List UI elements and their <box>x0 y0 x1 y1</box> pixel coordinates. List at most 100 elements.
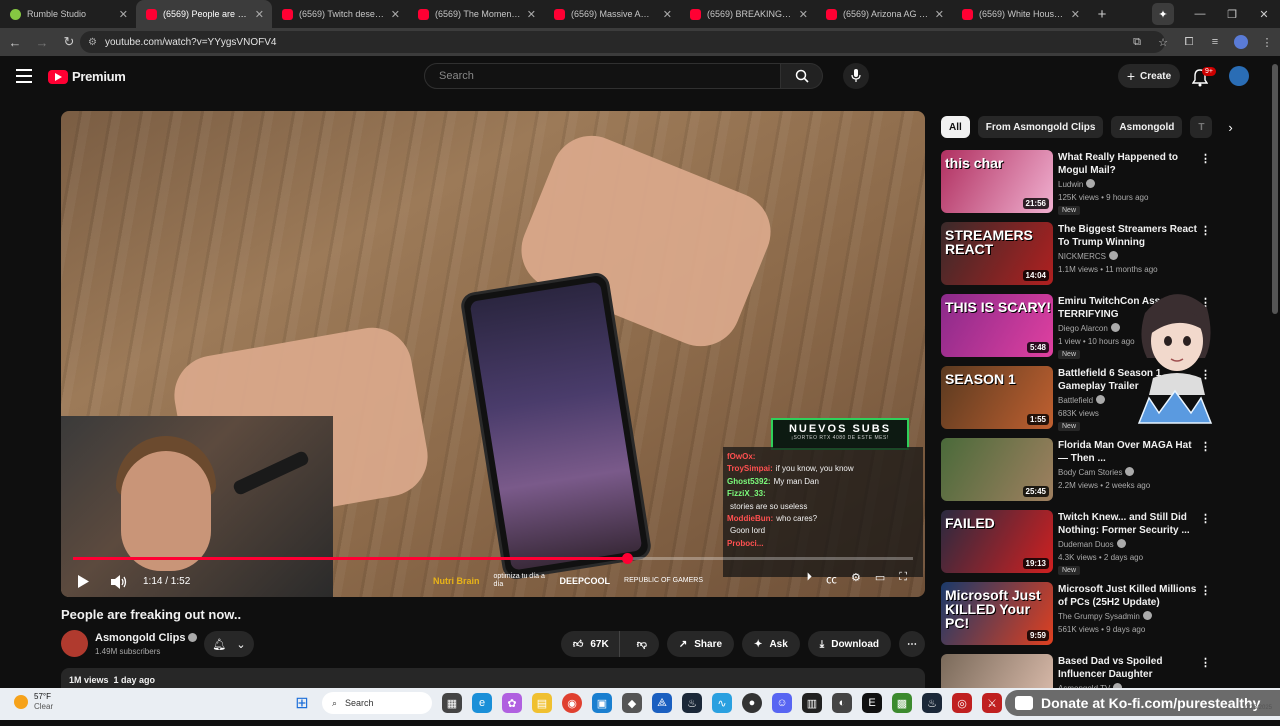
browser-tab[interactable]: (6569) BREAKING NEWS ✕ <box>680 0 816 28</box>
recommended-video[interactable]: this char 21:56 What Really Happened to Mo… <box>941 150 1216 222</box>
autoplay-toggle-icon[interactable]: ⏵ <box>807 571 813 587</box>
video-title-link[interactable]: The Biggest Streamers React To Trump Win… <box>1058 223 1198 249</box>
recommended-video[interactable]: FAILED 19:13 Twitch Knew... and Still Did … <box>941 510 1216 582</box>
video-thumbnail[interactable]: STREAMERS REACT 14:04 <box>941 222 1053 285</box>
video-title-link[interactable]: Based Dad vs Spoiled Influencer Daughter <box>1058 655 1198 681</box>
browser-tab[interactable]: (6569) Massive Amazon ✕ <box>544 0 680 28</box>
filter-chip[interactable]: All <box>941 116 970 138</box>
app-icon[interactable]: ◆ <box>622 693 642 713</box>
epic-games-icon[interactable]: E <box>862 693 882 713</box>
filter-chip[interactable]: T <box>1190 116 1213 138</box>
recommended-video[interactable]: 25:45 Florida Man Over MAGA Hat — Then ..… <box>941 438 1216 510</box>
bookmark-star-icon[interactable]: ☆ <box>1156 36 1170 49</box>
minimize-icon[interactable]: — <box>1184 8 1216 20</box>
app-icon-3[interactable]: ▥ <box>802 693 822 713</box>
close-tab-icon[interactable]: ✕ <box>663 8 672 21</box>
miniplayer-icon[interactable]: ▭ <box>875 571 885 587</box>
close-tab-icon[interactable]: ✕ <box>391 8 400 21</box>
create-button[interactable]: + Create <box>1118 64 1180 88</box>
recommended-video[interactable]: Microsoft Just KILLED Your PC! 9:59 Micros… <box>941 582 1216 654</box>
volume-icon[interactable] <box>111 574 127 589</box>
extensions-icon[interactable]: ⧠ <box>1182 36 1196 49</box>
forward-icon[interactable]: → <box>30 35 54 50</box>
video-title-link[interactable]: What Really Happened to Mogul Mail? <box>1058 151 1198 177</box>
new-tab-button[interactable]: + <box>1088 6 1116 23</box>
close-tab-icon[interactable]: ✕ <box>1071 8 1080 21</box>
reload-icon[interactable]: ↻ <box>57 34 81 50</box>
download-button[interactable]: ⤓ Download <box>807 631 891 657</box>
site-info-icon[interactable]: ⚙ <box>88 37 97 48</box>
profile-avatar[interactable] <box>1234 35 1248 49</box>
page-scrollbar[interactable] <box>1272 64 1278 684</box>
chrome-icon[interactable]: ◉ <box>562 693 582 713</box>
url-field[interactable]: ⚙ youtube.com/watch?v=YYygsVNOFV4 <box>80 31 1165 53</box>
more-vertical-icon[interactable]: ⋮ <box>1200 512 1211 525</box>
channel-name[interactable]: Asmongold Clips <box>95 632 198 644</box>
browser-tab[interactable]: Rumble Studio ✕ <box>0 0 136 28</box>
close-tab-icon[interactable]: ✕ <box>119 8 128 21</box>
video-title-link[interactable]: Microsoft Just Killed Millions of PCs (2… <box>1058 583 1198 609</box>
video-thumbnail[interactable]: 25:45 <box>941 438 1053 501</box>
windows-start-icon[interactable]: ⊞ <box>292 693 312 713</box>
more-vertical-icon[interactable]: ⋮ <box>1200 224 1211 237</box>
close-tab-icon[interactable]: ✕ <box>255 8 264 21</box>
close-tab-icon[interactable]: ✕ <box>799 8 808 21</box>
browser-tab[interactable]: (6569) White House dem ✕ <box>952 0 1088 28</box>
video-player[interactable]: NUEVOS SUBS ¡SORTEO RTX 4080 DE ESTE MES… <box>61 111 925 597</box>
youtube-premium-logo[interactable]: Premium <box>48 69 126 84</box>
discord-icon[interactable]: ☺ <box>772 693 792 713</box>
app-icon-4[interactable]: ◐ <box>832 693 852 713</box>
browser-tab[interactable]: (6569) People are freaking out now.. ✕ <box>136 0 272 28</box>
filter-chip[interactable]: From Asmongold Clips <box>977 116 1104 138</box>
progress-bar[interactable] <box>73 553 913 564</box>
fullscreen-icon[interactable]: ⛶ <box>899 571 907 587</box>
task-view-icon[interactable]: ▦ <box>442 693 462 713</box>
weather-widget[interactable]: 57°F Clear <box>14 692 53 712</box>
hamburger-menu-icon[interactable] <box>16 69 32 83</box>
obs-icon[interactable]: ● <box>742 693 762 713</box>
ask-button[interactable]: ✦ Ask <box>742 631 800 657</box>
taskbar-search[interactable]: ⌕ Search <box>322 692 432 714</box>
steam-icon-2[interactable]: ♨ <box>922 693 942 713</box>
maximize-icon[interactable]: ❐ <box>1216 8 1248 21</box>
search-button[interactable] <box>781 63 823 89</box>
close-window-icon[interactable]: ✕ <box>1248 8 1280 21</box>
install-app-icon[interactable]: ⧉ <box>1130 36 1144 49</box>
gemini-icon[interactable]: ✦ <box>1152 3 1174 25</box>
subscribed-notifications-button[interactable]: 🔔︎ ⌄ <box>204 631 254 657</box>
account-avatar[interactable] <box>1229 66 1249 86</box>
app-icon-2[interactable]: ∿ <box>712 693 732 713</box>
play-icon[interactable] <box>77 575 89 588</box>
scrollbar-thumb[interactable] <box>1272 64 1278 314</box>
video-thumbnail[interactable]: SEASON 1 1:55 <box>941 366 1053 429</box>
more-vertical-icon[interactable]: ⋮ <box>1200 584 1211 597</box>
app-icon-5[interactable]: ◎ <box>952 693 972 713</box>
channel-avatar[interactable] <box>61 630 88 657</box>
search-input[interactable]: Search <box>424 63 781 89</box>
media-controls-icon[interactable]: ≡ <box>1208 36 1222 48</box>
visual-studio-icon[interactable]: ⟁ <box>652 693 672 713</box>
browser-tab[interactable]: (6569) Twitch deserves this ✕ <box>272 0 408 28</box>
chevron-right-icon[interactable]: › <box>1228 120 1232 135</box>
settings-gear-icon[interactable]: ⚙ <box>851 571 861 587</box>
store-icon[interactable]: ▣ <box>592 693 612 713</box>
filter-chip[interactable]: Asmongold <box>1111 116 1183 138</box>
more-vertical-icon[interactable]: ⋮ <box>1200 656 1211 669</box>
more-vertical-icon[interactable]: ⋮ <box>1200 152 1211 165</box>
voice-search-button[interactable] <box>843 63 869 89</box>
video-thumbnail[interactable]: FAILED 19:13 <box>941 510 1053 573</box>
close-tab-icon[interactable]: ✕ <box>527 8 536 21</box>
video-title-link[interactable]: Twitch Knew... and Still Did Nothing: Fo… <box>1058 511 1198 537</box>
browser-tab[interactable]: (6569) Arizona AG sues t ✕ <box>816 0 952 28</box>
close-tab-icon[interactable]: ✕ <box>935 8 944 21</box>
edge-icon[interactable]: e <box>472 693 492 713</box>
more-actions-button[interactable]: ⋯ <box>899 631 925 657</box>
dislike-button[interactable]: 👎︎ <box>627 638 659 650</box>
like-button[interactable]: 👍︎ 67K <box>561 631 620 657</box>
back-icon[interactable]: ← <box>3 35 27 50</box>
copilot-icon[interactable]: ✿ <box>502 693 522 713</box>
app-icon-6[interactable]: ⚔ <box>982 693 1002 713</box>
share-button[interactable]: ↗ Share <box>666 631 735 657</box>
minecraft-icon[interactable]: ▩ <box>892 693 912 713</box>
browser-tab[interactable]: (6569) The Moment the ✕ <box>408 0 544 28</box>
